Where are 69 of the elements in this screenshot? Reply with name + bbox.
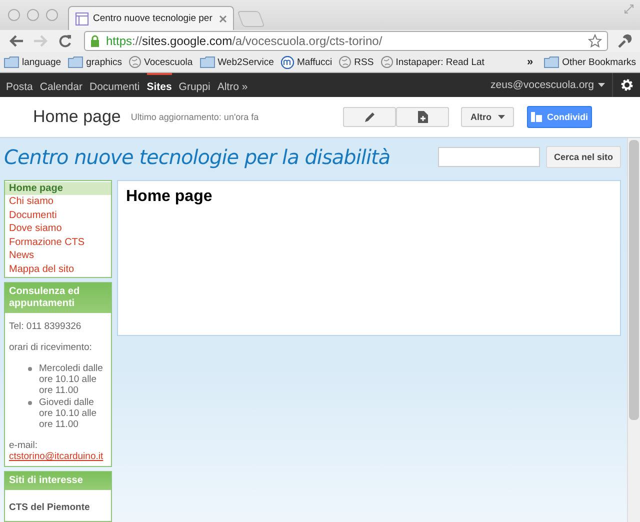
bookmark-item[interactable]: Maffucci: [278, 56, 334, 68]
nav-link[interactable]: Calendar: [40, 73, 82, 97]
site-link[interactable]: CTS del Piemonte: [9, 498, 107, 517]
folder-icon: [68, 56, 84, 68]
m-logo-icon: [280, 56, 294, 68]
lock-icon: [90, 34, 100, 48]
search-field[interactable]: [438, 147, 540, 168]
sidebar-link[interactable]: Formazione CTS: [5, 236, 111, 249]
fullscreen-icon[interactable]: [624, 4, 634, 14]
sidebar-link[interactable]: News: [5, 249, 111, 262]
email-link[interactable]: ctstorino@itcarduino.it: [9, 451, 104, 462]
folder-icon: [4, 56, 19, 68]
bullet-icon: [28, 401, 32, 405]
more-button[interactable]: Altro: [461, 107, 514, 127]
bookmark-item[interactable]: Other Bookmarks: [542, 56, 638, 68]
nav-link[interactable]: Documenti: [89, 73, 140, 97]
back-icon[interactable]: [8, 34, 24, 48]
star-icon[interactable]: [588, 34, 602, 48]
phone-text: Tel: 011 8399326: [9, 321, 82, 332]
forward-icon[interactable]: [33, 34, 49, 48]
search-button[interactable]: Cerca nel sito: [546, 146, 621, 168]
panel-header: Consulenza ed appuntamenti: [5, 283, 111, 313]
new-page-button[interactable]: [396, 107, 449, 127]
account-menu[interactable]: zeus@vocescuola.org: [490, 79, 605, 91]
nav-link[interactable]: Altro »: [217, 73, 248, 97]
sidebar-link[interactable]: Home page: [5, 182, 111, 195]
share-icon: [531, 112, 542, 122]
nav-link[interactable]: Posta: [6, 73, 33, 97]
sidebar-link[interactable]: Documenti: [5, 208, 111, 222]
window-button-icon[interactable]: [27, 9, 39, 21]
new-page-icon: [418, 111, 428, 123]
page-icon: [75, 12, 89, 26]
caret-icon: [498, 115, 504, 119]
folder-icon: [544, 56, 560, 68]
scrollbar-thumb[interactable]: [629, 140, 639, 420]
bookmark-item[interactable]: RSS: [337, 56, 376, 68]
bookmark-item[interactable]: Instapaper: Read Lat: [378, 56, 486, 68]
window-button-icon[interactable]: [8, 9, 20, 21]
nav-link[interactable]: Gruppi: [178, 73, 210, 97]
site-title: Centro nuove tecnologie per la disabilità: [4, 145, 390, 170]
hours-item: Giovedi dalle ore 10.10 alle ore 11.00: [39, 397, 98, 430]
bookmark-item[interactable]: graphics: [66, 56, 124, 68]
new-tab-button[interactable]: [237, 11, 265, 27]
scrollbar[interactable]: [627, 138, 640, 522]
panel-header: Siti di interesse: [5, 472, 111, 490]
sidebar-link[interactable]: Mappa del sito: [5, 262, 111, 276]
hours-item: Mercoledi dalle ore 10.10 alle ore 11.00: [39, 363, 104, 396]
browser-tab[interactable]: Centro nuove tecnologie per: [68, 6, 234, 30]
caret-icon: [598, 83, 605, 87]
email-label: e-mail:: [9, 440, 39, 451]
pencil-icon: [364, 111, 376, 123]
close-icon[interactable]: [219, 14, 227, 22]
bookmarks-overflow-button[interactable]: »: [526, 56, 534, 68]
content-heading: Home page: [126, 188, 214, 206]
edit-button[interactable]: [343, 107, 396, 127]
bookmark-item[interactable]: language: [2, 56, 64, 68]
settings-icon[interactable]: [620, 78, 634, 92]
window-button-icon[interactable]: [46, 9, 58, 21]
folder-icon: [200, 56, 215, 68]
page-title: Home page: [33, 107, 121, 127]
hours-label: orari di ricevimento:: [9, 342, 93, 353]
sidebar-link[interactable]: Dove siamo: [5, 222, 111, 236]
address-field[interactable]: https://sites.google.com/a/vocescuola.org/cts-torino/: [84, 31, 608, 51]
bookmark-item[interactable]: Vocescuola: [127, 56, 195, 68]
last-update-text: Ultimo aggiornamento: un'ora fa: [130, 112, 259, 122]
bullet-icon: [28, 367, 32, 371]
reload-icon[interactable]: [58, 34, 72, 48]
bookmark-item[interactable]: Web2Service: [198, 56, 276, 68]
sidebar-link[interactable]: Chi siamo: [5, 195, 111, 208]
